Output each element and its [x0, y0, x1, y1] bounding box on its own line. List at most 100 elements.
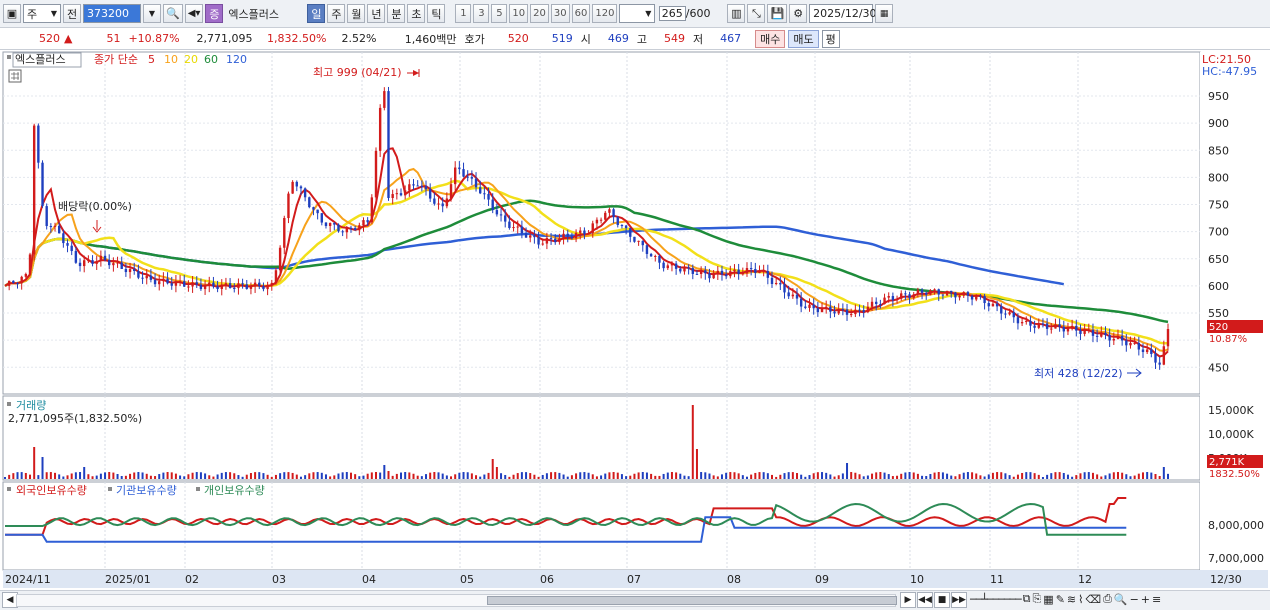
drawing-icon[interactable]: ✎ — [1056, 593, 1065, 606]
count-value[interactable]: 265 — [658, 6, 686, 21]
candle-body — [1116, 336, 1120, 339]
sell-button[interactable]: 매도 — [788, 29, 819, 48]
scroll-thumb[interactable] — [487, 596, 897, 605]
volume-bar — [149, 475, 152, 479]
candle-body — [387, 91, 390, 198]
holding-pane[interactable] — [2, 481, 1201, 571]
volume-bar — [358, 476, 361, 479]
interval-3-button[interactable]: 3 — [473, 4, 490, 23]
open-label: 시 — [580, 32, 591, 46]
interval-30-button[interactable]: 30 — [550, 4, 570, 23]
volume-bar — [766, 473, 769, 479]
zoom-in-icon[interactable]: + — [1141, 593, 1150, 606]
buy-button[interactable]: 매수 — [755, 29, 786, 48]
interval-5-button[interactable]: 5 — [491, 4, 508, 23]
candle-body — [837, 309, 840, 314]
candle-body — [858, 309, 861, 311]
flat-button[interactable]: 평 — [821, 29, 840, 48]
period-tick-button[interactable]: 틱 — [427, 4, 446, 23]
scroll-track[interactable] — [16, 594, 897, 607]
rewind-icon[interactable]: ◀◀ — [917, 592, 933, 608]
candle-body — [149, 275, 153, 280]
eraser-icon[interactable]: ⌫ — [1086, 593, 1102, 606]
zoom-icon[interactable]: 🔍 — [1114, 593, 1128, 606]
chart-area[interactable]: 950 900 850 800 750 700 650 600 550 450 15,000K 10,… — [0, 50, 1270, 590]
volume-bar — [395, 473, 398, 479]
candle-body — [120, 262, 123, 270]
individual-holding-label: 개인보유수량 — [204, 484, 265, 497]
code-dropdown-icon[interactable]: ▼ — [143, 4, 161, 23]
fast-forward-icon[interactable]: ▶▶ — [951, 592, 967, 608]
volume-bar — [871, 473, 874, 479]
interval-20-button[interactable]: 20 — [530, 4, 549, 23]
candle-body — [283, 218, 286, 248]
stop-icon[interactable]: ■ — [934, 592, 950, 608]
volume-bar — [1083, 472, 1086, 479]
period-week-button[interactable]: 주 — [327, 4, 346, 23]
period-minute-button[interactable]: 분 — [387, 4, 406, 23]
period-month-button[interactable]: 월 — [347, 4, 366, 23]
price-y-tick: 750 — [1208, 199, 1229, 212]
price-value: 520 — [39, 32, 60, 45]
prev-button[interactable]: 전 — [63, 4, 81, 23]
volume-bar — [908, 472, 911, 479]
interval-10-button[interactable]: 10 — [509, 4, 529, 23]
period-year-button[interactable]: 년 — [367, 4, 386, 23]
layout-icon[interactable]: ⧉ — [1023, 592, 1031, 606]
candle-body — [399, 193, 403, 196]
candle-body — [1020, 322, 1024, 324]
candle-body — [1054, 324, 1057, 329]
grid-toggle-icon[interactable] — [8, 69, 22, 83]
volume-bar — [620, 474, 623, 479]
period-day-button[interactable]: 일 — [307, 4, 326, 23]
chart-svg[interactable]: 950 900 850 800 750 700 650 600 550 450 15,000K 10,… — [0, 50, 1270, 590]
candle-type-icon[interactable]: ▥ — [727, 4, 746, 23]
grid-icon[interactable]: ▦ — [1043, 593, 1053, 606]
volume-bar — [245, 474, 248, 479]
candle-body — [1037, 323, 1040, 328]
volume-bar — [825, 472, 828, 479]
volume-bar — [95, 475, 98, 479]
window-icon[interactable]: ▣ — [3, 4, 21, 23]
pane-handle-icon[interactable] — [7, 487, 11, 491]
candle-body — [674, 263, 678, 269]
gear-icon[interactable]: ⚙ — [789, 4, 808, 23]
text-tool-icon[interactable]: ⌇ — [1078, 593, 1083, 606]
candle-body — [912, 294, 915, 298]
candle-body — [28, 254, 32, 274]
market-select[interactable]: 주 ▼ — [23, 4, 61, 23]
interval-60-button[interactable]: 60 — [571, 4, 591, 23]
menu-icon[interactable]: ≡ — [1152, 593, 1161, 606]
candle-body — [900, 293, 903, 299]
volume-pane[interactable] — [2, 395, 1201, 481]
period-second-button[interactable]: 초 — [407, 4, 426, 23]
zoom-out-icon[interactable]: − — [1130, 593, 1139, 606]
save-icon[interactable]: 💾 — [767, 4, 788, 23]
play-icon[interactable]: ▶ — [900, 592, 916, 608]
fibonacci-icon[interactable]: ≋ — [1067, 593, 1076, 606]
search-icon[interactable]: 🔍 — [163, 4, 183, 23]
pane-handle-icon[interactable] — [108, 487, 112, 491]
print-icon[interactable]: ⎙ — [1103, 592, 1112, 606]
copy-icon[interactable]: ⎘ — [1032, 592, 1041, 606]
stock-code-input[interactable]: 373200 — [83, 4, 141, 23]
date-input[interactable]: 2025/12/30 — [809, 4, 877, 23]
interval-custom-select[interactable]: ▼ — [619, 4, 656, 23]
volume-value: 2,771,095 — [196, 32, 253, 45]
volume-y-tick: 10,000K — [1208, 428, 1254, 441]
pane-handle-icon[interactable] — [196, 487, 200, 491]
speaker-icon[interactable]: ◀▾ — [184, 4, 204, 23]
calendar-icon[interactable]: ▦ — [875, 4, 894, 23]
pane-handle-icon[interactable] — [7, 55, 11, 59]
candle-body — [141, 277, 144, 279]
volume-bar — [1054, 472, 1057, 479]
volume-bar — [583, 472, 586, 479]
zoom-slider-icon[interactable]: ──┴────── — [970, 593, 1022, 606]
candle-body — [299, 186, 303, 189]
crosshair-icon[interactable]: ⤡ — [747, 4, 766, 23]
pane-handle-icon[interactable] — [7, 402, 11, 406]
candle-body — [1066, 328, 1070, 332]
interval-1-button[interactable]: 1 — [455, 4, 472, 23]
interval-120-button[interactable]: 120 — [592, 4, 618, 23]
candle-body — [916, 289, 920, 295]
